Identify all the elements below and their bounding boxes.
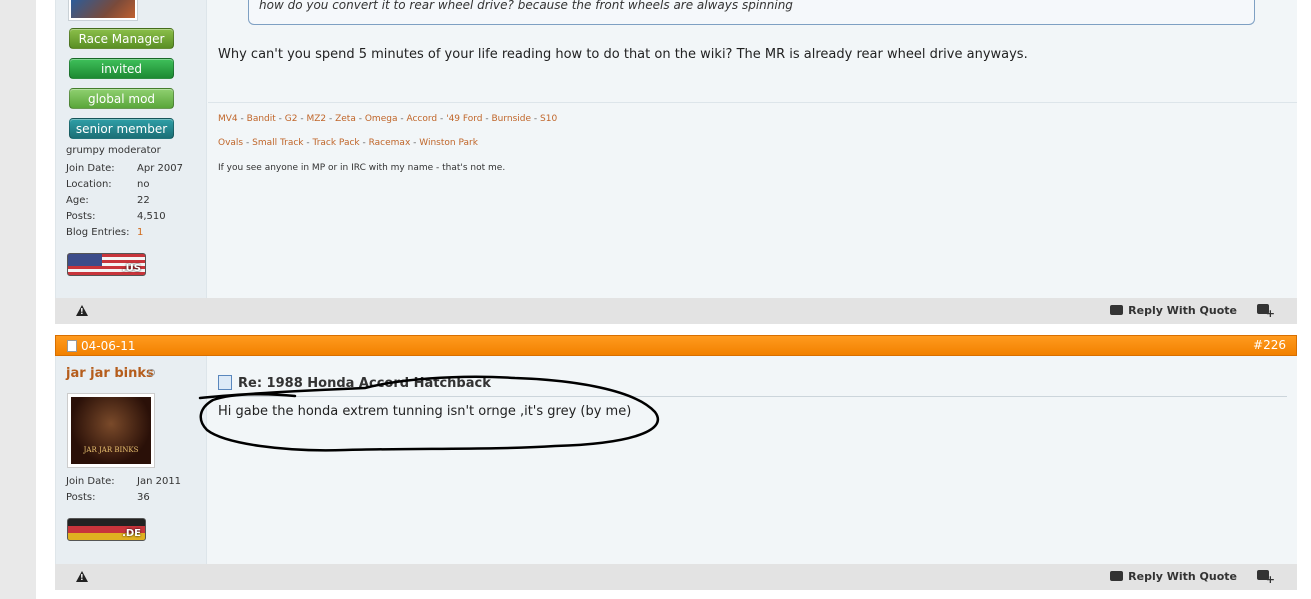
join-date-row: Join Date: Apr 2007 bbox=[66, 163, 201, 177]
user-info-panel: Race Manager invited global mod senior m… bbox=[56, 0, 207, 298]
signature-link[interactable]: Bandit bbox=[247, 114, 276, 124]
signature-link[interactable]: Ovals bbox=[218, 138, 243, 148]
username-link[interactable]: jar jar binks bbox=[66, 366, 154, 381]
warning-icon[interactable] bbox=[76, 571, 88, 582]
rank-badge-senior-member: senior member bbox=[69, 118, 174, 139]
post-footer: Reply With Quote + bbox=[55, 298, 1297, 324]
post-status-icon bbox=[67, 340, 77, 352]
post-message: Hi gabe the honda extrem tunning isn't o… bbox=[218, 404, 632, 419]
blog-entries-link[interactable]: 1 bbox=[137, 227, 143, 238]
blog-entries-row: Blog Entries: 1 bbox=[66, 227, 201, 241]
flag-code: .DE bbox=[122, 528, 141, 539]
age-label: Age: bbox=[66, 195, 89, 206]
join-date-row: Join Date: Jan 2011 bbox=[66, 476, 201, 490]
location-label: Location: bbox=[66, 179, 112, 190]
posts-row: Posts: 36 bbox=[66, 492, 201, 506]
country-flag-de: .DE bbox=[67, 518, 146, 541]
posts-row: Posts: 4,510 bbox=[66, 211, 201, 225]
join-date-label: Join Date: bbox=[66, 476, 115, 487]
age-row: Age: 22 bbox=[66, 195, 201, 209]
user-info-panel: jar jar binks JAR JAR BINKS Join Date: J… bbox=[56, 356, 207, 564]
signature-link[interactable]: Track Pack bbox=[313, 138, 360, 148]
location-row: Location: no bbox=[66, 179, 201, 193]
signature-link[interactable]: Zeta bbox=[335, 114, 356, 124]
signature-link[interactable]: Omega bbox=[365, 114, 398, 124]
post-title: Re: 1988 Honda Accord Hatchback bbox=[238, 376, 491, 391]
post-content: Re: 1988 Honda Accord Hatchback Hi gabe … bbox=[208, 356, 1297, 564]
join-date-value: Jan 2011 bbox=[137, 476, 182, 487]
multiquote-icon[interactable]: + bbox=[1257, 304, 1275, 320]
post-message: Why can't you spend 5 minutes of your li… bbox=[218, 47, 1028, 62]
signature-link[interactable]: MZ2 bbox=[306, 114, 326, 124]
signature-link[interactable]: G2 bbox=[285, 114, 298, 124]
multiquote-icon[interactable]: + bbox=[1257, 570, 1275, 586]
signature-link[interactable]: Winston Park bbox=[419, 138, 478, 148]
signature-link[interactable]: '49 Ford bbox=[446, 114, 482, 124]
signature-link[interactable]: Burnside bbox=[491, 114, 531, 124]
rank-badge-invited: invited bbox=[69, 58, 174, 79]
post-title-icon bbox=[218, 375, 232, 390]
join-date-label: Join Date: bbox=[66, 163, 115, 174]
signature-links-line-1: MV4 - Bandit - G2 - MZ2 - Zeta - Omega -… bbox=[218, 114, 558, 124]
join-date-value: Apr 2007 bbox=[137, 163, 183, 174]
offline-status-icon bbox=[148, 369, 155, 376]
signature-link[interactable]: S10 bbox=[540, 114, 557, 124]
quote-bubble-icon bbox=[1110, 305, 1124, 315]
post-2: jar jar binks JAR JAR BINKS Join Date: J… bbox=[55, 356, 1297, 564]
posts-value: 4,510 bbox=[137, 211, 166, 222]
post-1: Race Manager invited global mod senior m… bbox=[55, 0, 1297, 298]
rank-badge-global-mod: global mod bbox=[69, 88, 174, 109]
signature-link[interactable]: MV4 bbox=[218, 114, 238, 124]
reply-with-quote-label: Reply With Quote bbox=[1128, 304, 1237, 317]
posts-value: 36 bbox=[137, 492, 150, 503]
signature-link[interactable]: Accord bbox=[406, 114, 437, 124]
blog-entries-label: Blog Entries: bbox=[66, 227, 130, 238]
avatar[interactable] bbox=[68, 0, 138, 21]
quote-text: how do you convert it to rear wheel driv… bbox=[259, 0, 793, 12]
quote-block: how do you convert it to rear wheel driv… bbox=[248, 0, 1255, 25]
rank-badge-race-manager: Race Manager bbox=[69, 28, 174, 49]
reply-with-quote-button[interactable]: Reply With Quote bbox=[1110, 570, 1237, 584]
reply-with-quote-button[interactable]: Reply With Quote bbox=[1110, 304, 1237, 318]
signature-link[interactable]: Racemax bbox=[369, 138, 411, 148]
country-flag-us: .US bbox=[67, 253, 146, 276]
post-title-row: Re: 1988 Honda Accord Hatchback bbox=[218, 375, 1287, 397]
avatar-caption: JAR JAR BINKS bbox=[83, 446, 139, 454]
posts-label: Posts: bbox=[66, 211, 96, 222]
post-date: 04-06-11 bbox=[81, 339, 136, 353]
signature-links-line-2: Ovals - Small Track - Track Pack - Racem… bbox=[218, 138, 478, 148]
posts-label: Posts: bbox=[66, 492, 96, 503]
warning-icon[interactable] bbox=[76, 305, 88, 316]
reply-with-quote-label: Reply With Quote bbox=[1128, 570, 1237, 583]
post-header: 04-06-11 #226 bbox=[55, 335, 1297, 356]
signature-note: If you see anyone in MP or in IRC with m… bbox=[218, 163, 506, 173]
user-title: grumpy moderator bbox=[66, 145, 161, 156]
age-value: 22 bbox=[137, 195, 150, 206]
location-value: no bbox=[137, 179, 150, 190]
signature-link[interactable]: Small Track bbox=[252, 138, 303, 148]
quote-bubble-icon bbox=[1110, 571, 1124, 581]
avatar[interactable]: JAR JAR BINKS bbox=[67, 393, 155, 468]
post-footer: Reply With Quote + bbox=[55, 564, 1297, 590]
post-number-link[interactable]: #226 bbox=[1253, 338, 1286, 352]
signature-divider bbox=[208, 102, 1297, 103]
post-content: how do you convert it to rear wheel driv… bbox=[208, 0, 1297, 298]
flag-code: .US bbox=[121, 263, 141, 274]
